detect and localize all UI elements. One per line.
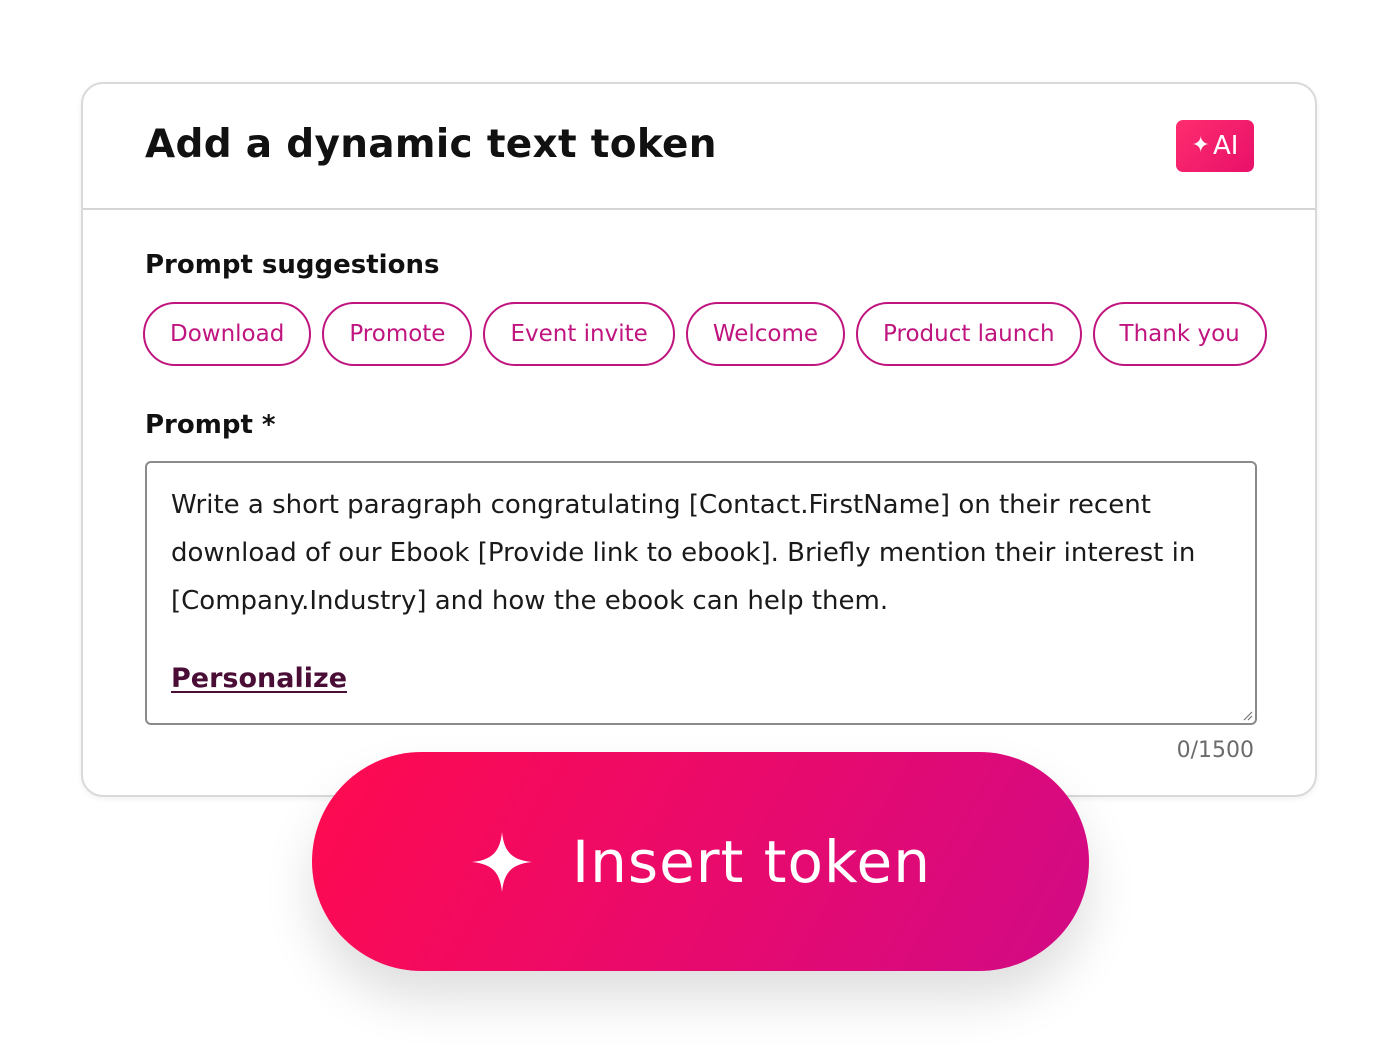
suggestion-chip-event-invite[interactable]: Event invite — [483, 302, 675, 366]
sparkle-icon — [472, 831, 532, 892]
insert-token-button[interactable]: Insert token — [312, 752, 1089, 971]
suggestion-chip-welcome[interactable]: Welcome — [685, 302, 846, 366]
page: Add a dynamic text token ✦ AI Prompt sug… — [0, 0, 1400, 1051]
prompt-suggestions-label: Prompt suggestions — [145, 250, 440, 280]
ai-badge-label: AI — [1212, 131, 1239, 161]
prompt-label: Prompt * — [145, 410, 276, 440]
suggestion-chip-download[interactable]: Download — [143, 302, 312, 366]
ai-badge[interactable]: ✦ AI — [1176, 120, 1254, 172]
suggestion-chip-promote[interactable]: Promote — [322, 302, 473, 366]
resize-handle-icon[interactable] — [1241, 709, 1253, 721]
dialog-title: Add a dynamic text token — [145, 122, 717, 167]
sparkle-icon: ✦ — [1191, 133, 1210, 158]
suggestion-chip-product-launch[interactable]: Product launch — [856, 302, 1082, 366]
insert-token-label: Insert token — [572, 827, 931, 896]
prompt-suggestions: Download Promote Event invite Welcome Pr… — [143, 302, 1267, 366]
dynamic-text-token-dialog: Add a dynamic text token ✦ AI Prompt sug… — [81, 82, 1317, 797]
suggestion-chip-thank-you[interactable]: Thank you — [1092, 302, 1267, 366]
prompt-text[interactable]: Write a short paragraph congratulating [… — [171, 481, 1221, 625]
character-counter: 0/1500 — [1176, 738, 1254, 763]
personalize-link[interactable]: Personalize — [171, 663, 347, 694]
dialog-header: Add a dynamic text token ✦ AI — [83, 84, 1315, 210]
prompt-textarea[interactable]: Write a short paragraph congratulating [… — [145, 461, 1257, 725]
